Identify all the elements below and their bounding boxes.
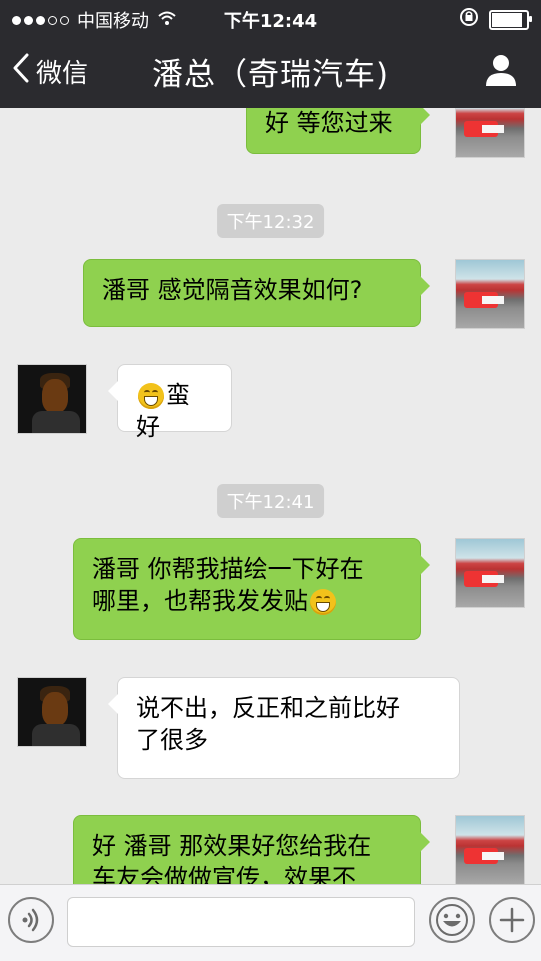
add-button[interactable]: [489, 897, 535, 943]
message-text-line: 说不出，反正和之前比好: [136, 694, 400, 722]
plus-icon: [499, 907, 525, 933]
rotation-lock-icon: [459, 7, 479, 32]
my-avatar[interactable]: [455, 108, 525, 158]
my-avatar[interactable]: [455, 538, 525, 608]
timestamp: 下午12:41: [216, 484, 325, 518]
message-input[interactable]: [67, 897, 415, 947]
message-bubble-sent[interactable]: 好 等您过来: [246, 108, 430, 154]
chat-area[interactable]: 好 等您过来 下午12:32 潘哥 感觉隔音效果如何? 蛮好 下午12:41 潘…: [0, 108, 541, 884]
person-icon: [486, 55, 516, 86]
nav-bar: 微信 潘总（奇瑞汽车): [0, 34, 541, 108]
voice-icon: [22, 908, 39, 932]
input-bar: [0, 884, 541, 961]
message-text-line: 好 潘哥 那效果好您给我在: [92, 832, 372, 860]
message-text: 潘哥 感觉隔音效果如何?: [102, 276, 363, 304]
status-bar: 中国移动 下午12:44: [0, 0, 541, 34]
battery-icon: [489, 9, 532, 30]
my-avatar[interactable]: [455, 259, 525, 329]
message-text-line-with-emoji: 哪里，也帮我发发贴: [92, 585, 402, 617]
grin-emoji-icon: [310, 589, 336, 615]
status-right: [459, 7, 532, 32]
message-text-line: 了很多: [136, 726, 208, 754]
my-avatar[interactable]: [455, 815, 525, 884]
chat-title: 潘总（奇瑞汽车): [151, 56, 390, 93]
voice-button[interactable]: [8, 897, 54, 943]
grin-emoji-icon: [138, 383, 164, 409]
contact-avatar[interactable]: [17, 677, 87, 747]
message-bubble-received[interactable]: 说不出，反正和之前比好 了很多: [108, 677, 460, 779]
message-text: 好 等您过来: [265, 109, 393, 137]
message-bubble-sent[interactable]: 好 潘哥 那效果好您给我在 车友会做做宣传，效果不: [73, 815, 430, 884]
smile-icon: [436, 904, 468, 936]
message-bubble-sent[interactable]: 潘哥 感觉隔音效果如何?: [83, 259, 430, 327]
emoji-button[interactable]: [429, 897, 475, 943]
contact-avatar[interactable]: [17, 364, 87, 434]
message-text-line: 车友会做做宣传，效果不: [92, 864, 356, 884]
timestamp: 下午12:32: [216, 204, 325, 238]
message-bubble-sent[interactable]: 潘哥 你帮我描绘一下好在 哪里，也帮我发发贴: [73, 538, 430, 640]
message-text-line: 潘哥 你帮我描绘一下好在: [92, 555, 364, 583]
top-bar: 中国移动 下午12:44 微信 潘总（奇瑞汽车): [0, 0, 541, 108]
message-bubble-received[interactable]: 蛮好: [108, 364, 232, 441]
profile-button[interactable]: [483, 52, 519, 88]
